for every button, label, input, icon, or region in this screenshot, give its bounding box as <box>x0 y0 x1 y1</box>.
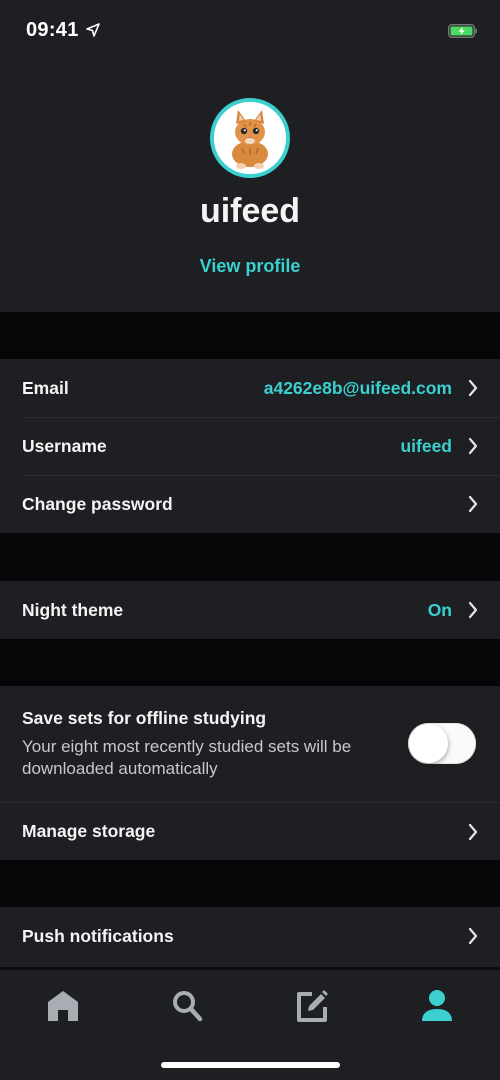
username-row[interactable]: Username uifeed <box>0 417 500 475</box>
profile-username: uifeed <box>199 192 301 230</box>
location-arrow-icon <box>86 23 100 37</box>
manage-storage-row[interactable]: Manage storage <box>0 802 500 860</box>
tab-create[interactable] <box>292 988 332 1024</box>
account-settings-group: Email a4262e8b@uifeed.com Username uifee… <box>0 359 500 533</box>
offline-settings-group: Save sets for offline studying Your eigh… <box>0 686 500 860</box>
change-password-row[interactable]: Change password <box>0 475 500 533</box>
night-theme-label: Night theme <box>22 599 124 620</box>
tab-search[interactable] <box>168 988 208 1024</box>
avatar[interactable] <box>210 98 290 178</box>
email-row[interactable]: Email a4262e8b@uifeed.com <box>0 359 500 417</box>
view-profile-link[interactable]: View profile <box>0 256 500 277</box>
tab-profile[interactable] <box>417 988 457 1024</box>
section-divider <box>0 639 500 686</box>
notifications-settings-group: Push notifications <box>0 907 500 965</box>
battery-charging-icon <box>448 24 477 38</box>
status-time: 09:41 <box>26 19 79 41</box>
create-icon <box>297 990 328 1022</box>
chevron-right-icon <box>468 823 478 840</box>
appearance-settings-group: Night theme On <box>0 581 500 639</box>
tab-home[interactable] <box>43 988 83 1024</box>
offline-toggle-description: Your eight most recently studied sets wi… <box>22 737 352 778</box>
home-indicator[interactable] <box>161 1062 340 1068</box>
switch-knob <box>409 724 448 763</box>
chevron-right-icon <box>468 601 478 619</box>
offline-toggle-row: Save sets for offline studying Your eigh… <box>0 686 500 802</box>
section-divider <box>0 312 500 359</box>
search-icon <box>173 991 203 1022</box>
section-divider <box>0 533 500 581</box>
email-value: a4262e8b@uifeed.com <box>263 377 452 398</box>
offline-toggle-title: Save sets for offline studying <box>22 708 267 728</box>
chevron-right-icon <box>468 437 478 455</box>
chevron-right-icon <box>468 495 478 513</box>
manage-storage-label: Manage storage <box>22 821 156 841</box>
chevron-right-icon <box>468 379 478 397</box>
night-theme-value: On <box>427 599 452 620</box>
kitten-avatar-icon <box>214 102 286 174</box>
email-label: Email <box>22 377 69 398</box>
profile-icon <box>422 990 452 1021</box>
username-value: uifeed <box>400 435 452 456</box>
offline-toggle-switch[interactable] <box>408 723 476 764</box>
night-theme-row[interactable]: Night theme On <box>0 581 500 639</box>
username-label: Username <box>22 435 107 456</box>
status-bar: 09:41 <box>0 0 500 60</box>
push-notifications-row[interactable]: Push notifications <box>0 907 500 965</box>
push-notifications-label: Push notifications <box>22 925 174 946</box>
section-divider <box>0 860 500 907</box>
chevron-right-icon <box>468 927 478 945</box>
change-password-label: Change password <box>22 493 173 514</box>
profile-header: uifeed View profile <box>0 60 500 312</box>
home-icon <box>48 991 78 1021</box>
